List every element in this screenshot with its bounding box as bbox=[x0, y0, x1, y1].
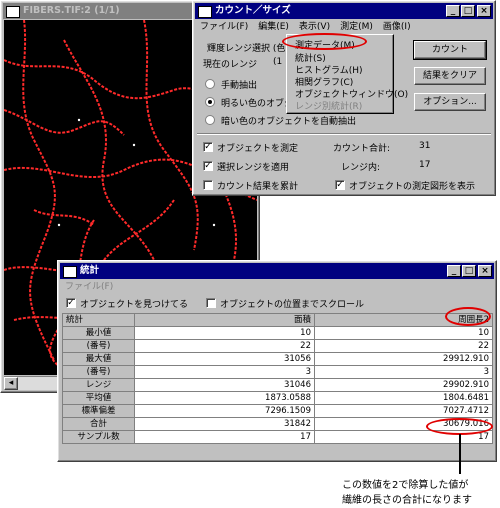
show-outline-label: オブジェクトの測定図形を表示 bbox=[349, 182, 476, 192]
close-button[interactable]: × bbox=[477, 5, 491, 17]
current-range-label: 現在のレンジ bbox=[203, 60, 258, 70]
table-row[interactable]: レンジ 31046 29902.910 bbox=[62, 378, 493, 392]
row-label: 最大値 bbox=[62, 352, 135, 366]
app-icon bbox=[6, 6, 20, 18]
clear-results-button[interactable]: 結果をクリア bbox=[414, 67, 486, 85]
row-label: サンプル数 bbox=[62, 430, 135, 444]
window-icon bbox=[63, 266, 77, 278]
row-label: レンジ bbox=[62, 378, 135, 392]
image-window-title: FIBERS.TIF:2 (1/1) bbox=[23, 5, 120, 16]
table-row[interactable]: (番号) 3 3 bbox=[62, 365, 493, 379]
window-icon bbox=[198, 6, 212, 18]
perimeter-cell: 1804.6481 bbox=[314, 391, 493, 405]
count-size-menubar: ファイル(F) 編集(E) 表示(V) 測定(M) 画像(I) bbox=[195, 20, 493, 35]
menu-measure[interactable]: 測定(M) bbox=[335, 22, 378, 32]
column-header-area[interactable]: 面積 bbox=[134, 313, 315, 327]
range-select-label: 輝度レンジ選択 (色 bbox=[207, 44, 286, 54]
maximize-button[interactable]: □ bbox=[461, 5, 475, 17]
highlight-perimeter-header bbox=[445, 307, 491, 326]
statistics-titlebar[interactable]: 統計 _ □ × bbox=[60, 263, 494, 279]
cumulative-count-checkbox[interactable] bbox=[203, 180, 213, 190]
menu-file[interactable]: ファイル(F) bbox=[195, 22, 253, 32]
apply-range-checkbox[interactable]: ✓ bbox=[203, 161, 213, 171]
find-objects-checkbox[interactable]: ✓ bbox=[66, 298, 76, 308]
menu-item-range-stats: レンジ別統計(R) bbox=[295, 102, 363, 112]
close-button[interactable]: × bbox=[478, 265, 492, 277]
area-cell: 7296.1509 bbox=[134, 404, 315, 418]
table-row[interactable]: (番号) 22 22 bbox=[62, 339, 493, 353]
radio-bright[interactable] bbox=[205, 97, 215, 107]
menu-view[interactable]: 表示(V) bbox=[294, 22, 335, 32]
divider bbox=[197, 133, 491, 135]
area-cell: 1873.0588 bbox=[134, 391, 315, 405]
maximize-button[interactable]: □ bbox=[462, 265, 476, 277]
perimeter-cell: 7027.4712 bbox=[314, 404, 493, 418]
count-total-value: 31 bbox=[419, 141, 431, 151]
annotation-line-2: 繊維の長さの合計になります bbox=[342, 495, 472, 506]
table-row[interactable]: 標準偏差 7296.1509 7027.4712 bbox=[62, 404, 493, 418]
radio-manual-label: 手動抽出 bbox=[221, 81, 258, 91]
count-total-label: カウント合計: bbox=[333, 144, 391, 154]
statistics-menubar: ファイル(F) bbox=[60, 280, 494, 295]
perimeter-cell: 3 bbox=[314, 365, 493, 379]
in-range-value: 17 bbox=[419, 160, 431, 170]
table-row[interactable]: サンプル数 17 17 bbox=[62, 430, 493, 444]
perimeter-cell: 10 bbox=[314, 326, 493, 340]
table-header-row: 統計 面積 周囲長2 bbox=[62, 313, 493, 327]
in-range-label: レンジ内: bbox=[341, 163, 381, 173]
perimeter-cell: 29912.910 bbox=[314, 352, 493, 366]
perimeter-cell: 22 bbox=[314, 339, 493, 353]
statistics-window[interactable]: 統計 _ □ × ファイル(F) ✓ オブジェクトを見つけてる オブジェクトの位… bbox=[57, 260, 497, 462]
perimeter-cell: 29902.910 bbox=[314, 378, 493, 392]
count-button[interactable]: カウント bbox=[413, 40, 487, 60]
scroll-to-object-label: オブジェクトの位置までスクロール bbox=[220, 300, 365, 310]
minimize-button[interactable]: _ bbox=[446, 5, 460, 17]
row-label: 合計 bbox=[62, 417, 135, 431]
area-cell: 3 bbox=[134, 365, 315, 379]
area-cell: 31056 bbox=[134, 352, 315, 366]
apply-range-label: 選択レンジを適用 bbox=[217, 163, 290, 173]
cumulative-count-label: カウント結果を累計 bbox=[217, 182, 299, 192]
row-label: 平均値 bbox=[62, 391, 135, 405]
area-cell: 31046 bbox=[134, 378, 315, 392]
menu-image[interactable]: 画像(I) bbox=[378, 22, 416, 32]
area-cell: 31842 bbox=[134, 417, 315, 431]
count-size-titlebar[interactable]: カウント／サイズ _ □ × bbox=[195, 3, 493, 19]
scroll-to-object-checkbox[interactable] bbox=[206, 298, 216, 308]
highlight-measure-data bbox=[282, 33, 367, 50]
radio-manual[interactable] bbox=[205, 79, 215, 89]
area-cell: 17 bbox=[134, 430, 315, 444]
minimize-button[interactable]: _ bbox=[447, 265, 461, 277]
show-outline-checkbox[interactable]: ✓ bbox=[335, 180, 345, 190]
radio-dark-label: 暗い色のオブジェクトを自動抽出 bbox=[221, 117, 357, 127]
count-size-title: カウント／サイズ bbox=[215, 5, 291, 16]
find-objects-label: オブジェクトを見つけてる bbox=[80, 300, 189, 310]
current-range-value: (1 bbox=[273, 57, 283, 67]
statistics-title: 統計 bbox=[80, 265, 100, 276]
table-row[interactable]: 平均値 1873.0588 1804.6481 bbox=[62, 391, 493, 405]
area-cell: 10 bbox=[134, 326, 315, 340]
menu-edit[interactable]: 編集(E) bbox=[253, 22, 294, 32]
table-row[interactable]: 最小値 10 10 bbox=[62, 326, 493, 340]
row-label: (番号) bbox=[62, 365, 135, 379]
area-cell: 22 bbox=[134, 339, 315, 353]
measure-objects-label: オブジェクトを測定 bbox=[217, 144, 299, 154]
measure-objects-checkbox[interactable]: ✓ bbox=[203, 142, 213, 152]
row-label: 最小値 bbox=[62, 326, 135, 340]
options-button[interactable]: オプション... bbox=[414, 93, 486, 111]
row-label: (番号) bbox=[62, 339, 135, 353]
row-label: 標準偏差 bbox=[62, 404, 135, 418]
radio-bright-label: 明るい色のオブジ bbox=[221, 99, 294, 109]
menu-file: ファイル(F) bbox=[65, 282, 114, 292]
scroll-left-button[interactable]: ◂ bbox=[4, 377, 18, 390]
annotation-line-1: この数値を2で除算した値が bbox=[342, 480, 469, 491]
annotation-leader-line bbox=[459, 434, 461, 474]
highlight-total-perimeter bbox=[426, 418, 493, 435]
radio-dark[interactable] bbox=[205, 115, 215, 125]
column-header-stat[interactable]: 統計 bbox=[62, 313, 135, 327]
table-row[interactable]: 最大値 31056 29912.910 bbox=[62, 352, 493, 366]
